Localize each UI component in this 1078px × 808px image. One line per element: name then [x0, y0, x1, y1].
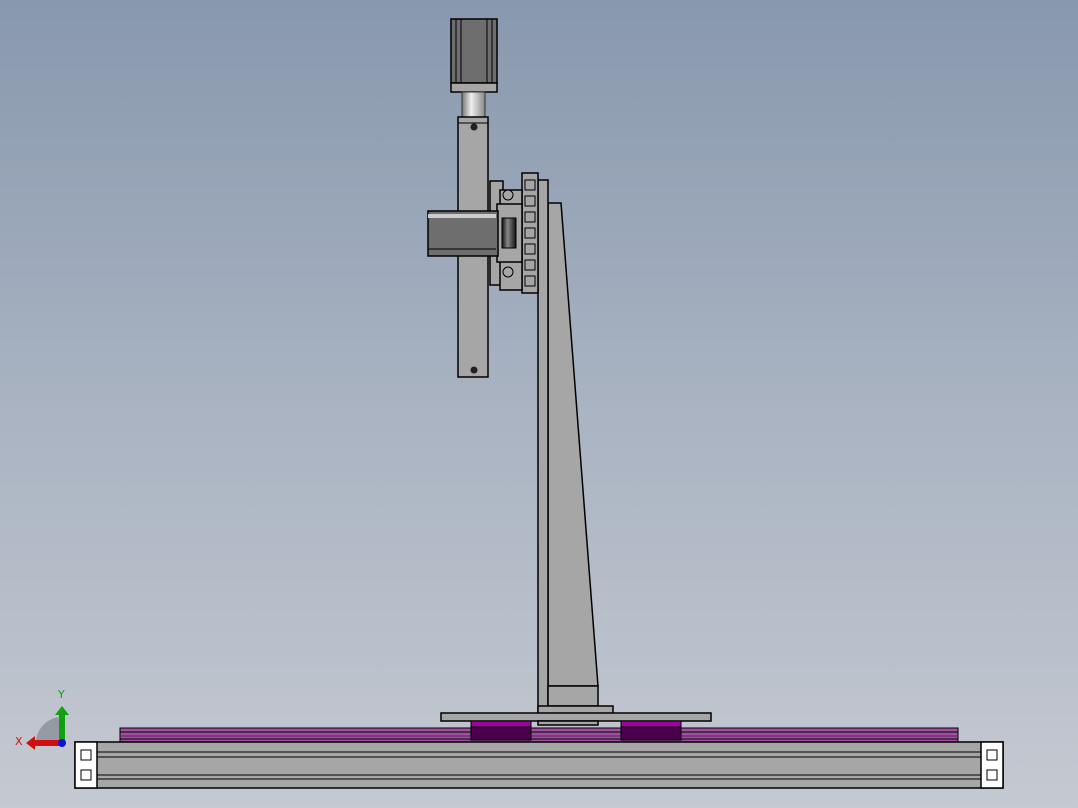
linear-rail[interactable]: [119, 727, 959, 743]
top-motor[interactable]: [450, 18, 498, 93]
x-axis-arrow: [34, 740, 62, 746]
graphics-viewport[interactable]: Y X: [0, 0, 1078, 808]
vertical-profile[interactable]: [521, 172, 539, 294]
slider-block-left[interactable]: [470, 720, 532, 741]
coupler: [461, 91, 486, 118]
pulley: [501, 217, 517, 249]
model-view[interactable]: Y X: [0, 0, 1078, 808]
x-axis-label: X: [15, 735, 23, 748]
base-profile[interactable]: [74, 741, 1004, 789]
coordinate-triad: Y X: [15, 688, 69, 750]
y-axis-label: Y: [57, 688, 65, 701]
side-motor[interactable]: [427, 210, 499, 257]
upright-bracket[interactable]: [537, 179, 599, 721]
y-axis-arrow: [59, 714, 65, 743]
slider-block-right[interactable]: [620, 720, 682, 741]
z-axis-dot: [58, 739, 66, 747]
screw-hole: [470, 123, 478, 131]
screw-hole: [470, 366, 478, 374]
